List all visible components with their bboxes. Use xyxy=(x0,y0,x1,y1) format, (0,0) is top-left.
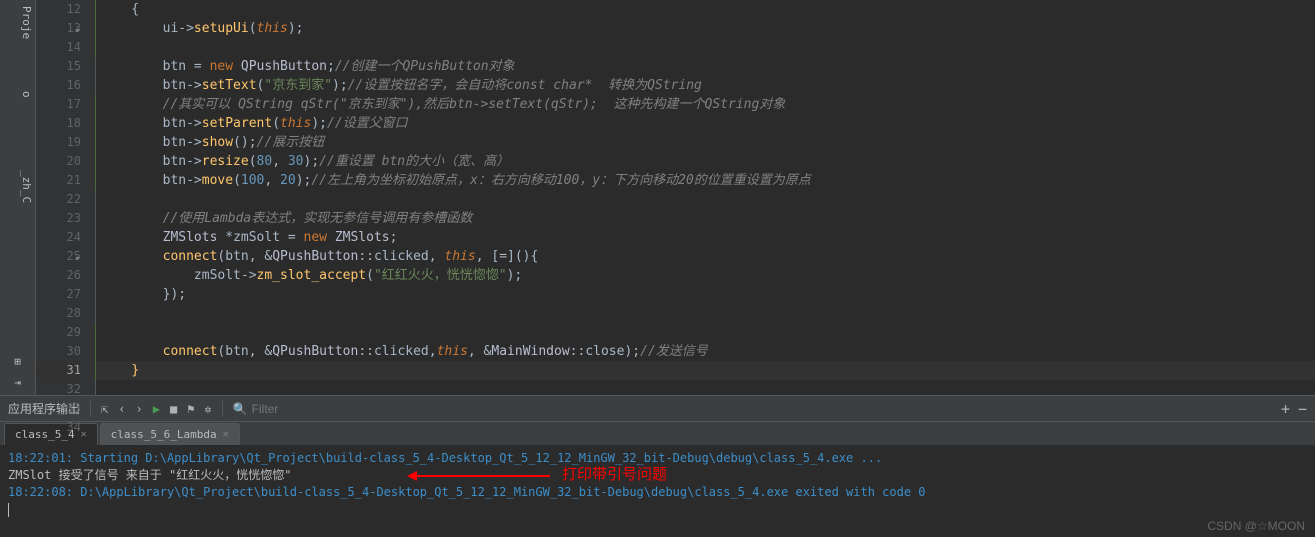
line-number: 21 xyxy=(36,171,81,190)
console-line: 18:22:08: D:\AppLibrary\Qt_Project\build… xyxy=(8,484,1307,501)
code-line[interactable]: }); xyxy=(96,285,1315,304)
code-line[interactable]: //其实可以 QString qStr("京东到家"),然后btn->setTe… xyxy=(96,95,1315,114)
output-panel: 应用程序输出 ⇱ ‹ › ▶ ■ ⚑ ✲ 🔍 + − class_5_4✕cla… xyxy=(0,395,1315,537)
filter-input[interactable] xyxy=(252,402,372,416)
code-line[interactable]: btn->resize(80, 30);//重设置 btn的大小（宽、高） xyxy=(96,152,1315,171)
console[interactable]: 打印带引号问题 18:22:01: Starting D:\AppLibrary… xyxy=(0,446,1315,537)
line-number: 13▾ xyxy=(36,19,81,38)
code-line[interactable]: //使用Lambda表达式，实现无参信号调用有参槽函数 xyxy=(96,209,1315,228)
code-line[interactable]: btn->setParent(this);//设置父窗口 xyxy=(96,114,1315,133)
line-number: 30 xyxy=(36,342,81,361)
zoom-in-icon[interactable]: + xyxy=(1281,400,1290,418)
line-number: 17 xyxy=(36,95,81,114)
sidebar-item-1[interactable]: o xyxy=(0,85,35,104)
back-icon[interactable]: ‹ xyxy=(118,402,125,416)
sidebar-item-2[interactable]: _zh_C xyxy=(0,164,35,209)
line-number: 22 xyxy=(36,190,81,209)
line-number: 12 xyxy=(36,0,81,19)
line-number: 26 xyxy=(36,266,81,285)
code-line[interactable]: ui->setupUi(this); xyxy=(96,19,1315,38)
code-line[interactable] xyxy=(96,380,1315,395)
code-line[interactable]: zmSolt->zm_slot_accept("红红火火，恍恍惚惚"); xyxy=(96,266,1315,285)
output-tab[interactable]: class_5_6_Lambda✕ xyxy=(100,423,240,445)
close-icon[interactable]: ✕ xyxy=(223,429,229,440)
output-tabs: class_5_4✕class_5_6_Lambda✕ xyxy=(0,422,1315,446)
main-area: Proje o _zh_C ⊞ ⇥ 1213▾14151617181920212… xyxy=(0,0,1315,395)
split-icon[interactable]: ⊞ xyxy=(14,355,21,368)
run-icon[interactable]: ▶ xyxy=(153,402,160,416)
code-line[interactable]: btn->show();//展示按钮 xyxy=(96,133,1315,152)
stop-icon[interactable]: ■ xyxy=(170,402,177,416)
line-number: 15 xyxy=(36,57,81,76)
line-number: 29 xyxy=(36,323,81,342)
watermark: CSDN @☆MOON xyxy=(1207,519,1305,533)
output-toolbar: 应用程序输出 ⇱ ‹ › ▶ ■ ⚑ ✲ 🔍 + − xyxy=(0,396,1315,422)
code-line[interactable]: connect(btn, &QPushButton::clicked, this… xyxy=(96,247,1315,266)
attach-icon[interactable]: ⚑ xyxy=(187,402,194,416)
code-line[interactable]: btn = new QPushButton;//创建一个QPushButton对… xyxy=(96,57,1315,76)
line-number: 25▾ xyxy=(36,247,81,266)
line-number: 18 xyxy=(36,114,81,133)
annotation: 打印带引号问题 xyxy=(410,467,667,484)
code-line[interactable] xyxy=(96,38,1315,57)
code-editor[interactable]: { ui->setupUi(this); btn = new QPushButt… xyxy=(96,0,1315,395)
line-number: 16 xyxy=(36,76,81,95)
line-number: 34 xyxy=(36,418,81,437)
line-number: 19 xyxy=(36,133,81,152)
console-line: 18:22:01: Starting D:\AppLibrary\Qt_Proj… xyxy=(8,450,1307,467)
line-gutter: 1213▾141516171819202122232425▾2627282930… xyxy=(36,0,96,395)
settings-icon[interactable]: ✲ xyxy=(204,402,211,416)
code-line[interactable] xyxy=(96,323,1315,342)
forward-icon[interactable]: › xyxy=(135,402,142,416)
code-line[interactable]: } xyxy=(96,361,1315,380)
locate-icon[interactable]: ⇱ xyxy=(101,402,108,416)
arrow-icon[interactable]: ⇥ xyxy=(14,376,21,389)
close-icon[interactable]: ✕ xyxy=(81,429,87,440)
line-number: 24 xyxy=(36,228,81,247)
code-line[interactable]: connect(btn, &QPushButton::clicked,this,… xyxy=(96,342,1315,361)
code-line[interactable] xyxy=(96,190,1315,209)
left-sidebar: Proje o _zh_C ⊞ ⇥ xyxy=(0,0,36,395)
code-line[interactable]: { xyxy=(96,0,1315,19)
line-number: 14 xyxy=(36,38,81,57)
line-number: 23 xyxy=(36,209,81,228)
code-line[interactable]: btn->move(100, 20);//左上角为坐标初始原点，x：右方向移动1… xyxy=(96,171,1315,190)
code-line[interactable]: btn->setText("京东到家");//设置按钮名字，会自动将const … xyxy=(96,76,1315,95)
line-number: 20 xyxy=(36,152,81,171)
zoom-out-icon[interactable]: − xyxy=(1298,400,1307,418)
line-number: 31 xyxy=(36,361,81,380)
line-number: 33 xyxy=(36,399,81,418)
code-line[interactable]: ZMSlots *zmSolt = new ZMSlots; xyxy=(96,228,1315,247)
filter-box: 🔍 xyxy=(233,402,1271,416)
line-number: 27 xyxy=(36,285,81,304)
search-icon: 🔍 xyxy=(233,402,248,416)
sidebar-item-0[interactable]: Proje xyxy=(0,0,35,45)
line-number: 28 xyxy=(36,304,81,323)
line-number: 32 xyxy=(36,380,81,399)
code-line[interactable] xyxy=(96,304,1315,323)
